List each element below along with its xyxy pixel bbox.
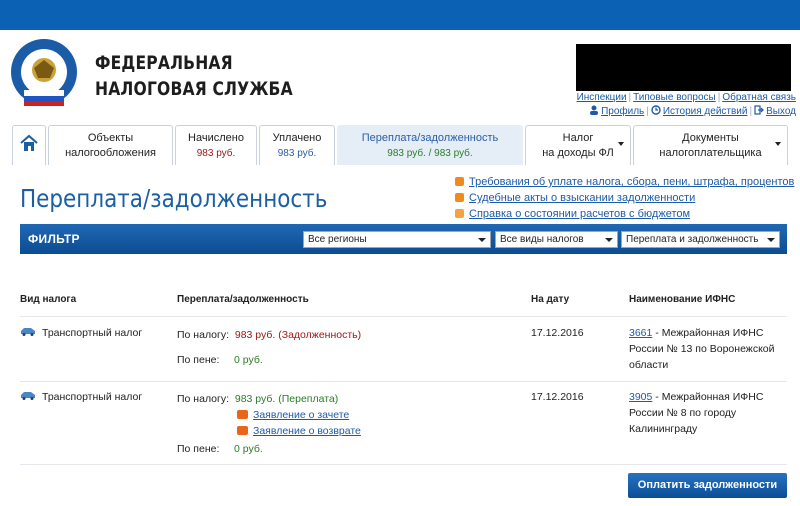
page-title: Переплата/задолженность xyxy=(20,184,328,213)
tax-type-select-value: Все виды налогов xyxy=(500,234,584,245)
filter-label: ФИЛЬТР xyxy=(28,232,80,246)
home-icon xyxy=(20,134,38,151)
row-1-balance: По налогу: 983 руб. (Задолженность) По п… xyxy=(177,327,361,368)
link-court-acts[interactable]: Судебные акты о взыскании задолженности xyxy=(469,192,695,204)
chevron-down-icon xyxy=(618,142,624,146)
mode-select[interactable]: Переплата и задолженность xyxy=(621,231,780,248)
mode-select-value: Переплата и задолженность xyxy=(626,234,759,245)
related-links: Требования об уплате налога, сбора, пени… xyxy=(455,174,794,222)
link-requirements[interactable]: Требования об уплате налога, сбора, пени… xyxy=(469,176,794,188)
chevron-down-icon xyxy=(478,238,486,242)
car-icon xyxy=(21,328,35,336)
tab-documents[interactable]: Документы налогоплательщика xyxy=(633,125,788,165)
tab-overpayment-debt[interactable]: Переплата/задолженность 983 руб. / 983 р… xyxy=(337,125,523,165)
tab-home[interactable] xyxy=(12,125,46,165)
ifns-code-link[interactable]: 3905 xyxy=(629,391,652,403)
link-settlement-certificate[interactable]: Справка о состоянии расчетов с бюджетом xyxy=(469,208,690,220)
penalty-label: По пене: xyxy=(177,443,220,455)
link-feedback[interactable]: Обратная связь xyxy=(722,92,796,103)
col-header-tax: Вид налога xyxy=(20,294,77,305)
col-header-date: На дату xyxy=(531,294,570,305)
tab-objects-sublabel: налогообложения xyxy=(65,147,156,159)
row-2-tax: Транспортный налог xyxy=(20,389,142,405)
top-bar xyxy=(0,0,800,30)
tab-paid[interactable]: Уплачено 983 руб. xyxy=(259,125,335,165)
ifns-name-3: Калининграду xyxy=(629,423,698,435)
tax-type-select[interactable]: Все виды налогов xyxy=(495,231,618,248)
redacted-user-block xyxy=(576,44,791,91)
ifns-name-2: России № 13 по Воронежской xyxy=(629,343,775,355)
tab-accrued-amount: 983 руб. xyxy=(196,148,236,159)
brand-title: ФЕДЕРАЛЬНАЯ НАЛОГОВАЯ СЛУЖБА xyxy=(95,50,293,102)
tab-ndfl-sublabel: на доходы ФЛ xyxy=(542,147,614,159)
divider xyxy=(20,316,787,317)
tab-accrued-label: Начислено xyxy=(188,132,244,144)
ifns-name-3: области xyxy=(629,359,669,371)
ifns-name-1: - Межрайонная ИФНС xyxy=(652,391,764,403)
filter-bar: ФИЛЬТР Все регионы Все виды налогов Пере… xyxy=(20,224,787,254)
tab-paid-amount: 983 руб. xyxy=(277,148,317,159)
col-header-ifns: Наименование ИФНС xyxy=(629,294,736,305)
tab-objects-label: Объекты xyxy=(87,132,134,144)
profile-icon xyxy=(590,105,599,115)
offset-application-link[interactable]: Заявление о зачете xyxy=(253,409,349,421)
tab-documents-label: Документы xyxy=(682,132,739,144)
region-select[interactable]: Все регионы xyxy=(303,231,491,248)
link-inspections[interactable]: Инспекции xyxy=(577,92,627,103)
row-1-tax-name: Транспортный налог xyxy=(42,327,143,339)
top-links: Инспекции | Типовые вопросы | Обратная связь… xyxy=(576,92,796,117)
brand-line-1: ФЕДЕРАЛЬНАЯ xyxy=(95,52,233,74)
row-1-date: 17.12.2016 xyxy=(531,327,584,339)
offset-icon xyxy=(237,410,248,419)
refund-application-link[interactable]: Заявление о возврате xyxy=(253,425,361,437)
court-icon xyxy=(455,193,464,202)
tab-paid-label: Уплачено xyxy=(272,132,322,144)
chevron-down-icon xyxy=(605,238,613,242)
row-2-tax-name: Транспортный налог xyxy=(42,391,143,403)
row-2-ifns: 3905 - Межрайонная ИФНС России № 8 по го… xyxy=(629,389,789,437)
link-exit[interactable]: Выход xyxy=(766,106,796,117)
history-icon xyxy=(651,105,661,115)
link-history[interactable]: История действий xyxy=(663,106,748,117)
region-select-value: Все регионы xyxy=(308,234,367,245)
tab-documents-sublabel: налогоплательщика xyxy=(659,147,762,159)
row-1-ifns: 3661 - Межрайонная ИФНС России № 13 по В… xyxy=(629,325,789,373)
main-tabs: Объекты налогообложения Начислено 983 ру… xyxy=(12,125,788,165)
chevron-down-icon xyxy=(767,238,775,242)
ruble-icon xyxy=(455,177,464,186)
tab-accrued[interactable]: Начислено 983 руб. xyxy=(175,125,257,165)
fns-logo xyxy=(11,39,77,106)
row-2-balance: По налогу: 983 руб. (Переплата) Заявлени… xyxy=(177,391,361,457)
by-tax-label: По налогу: xyxy=(177,393,230,405)
tab-ndfl[interactable]: Налог на доходы ФЛ xyxy=(525,125,631,165)
tab-overpayment-label: Переплата/задолженность xyxy=(361,132,499,144)
penalty-value: 0 руб. xyxy=(233,354,263,366)
divider xyxy=(20,381,787,382)
chevron-down-icon xyxy=(775,142,781,146)
ifns-name-2: России № 8 по городу xyxy=(629,407,737,419)
by-tax-value: 983 руб. (Переплата) xyxy=(234,393,339,405)
by-tax-label: По налогу: xyxy=(177,329,230,341)
row-1-tax: Транспортный налог xyxy=(20,325,142,341)
document-icon xyxy=(455,209,464,218)
link-faq[interactable]: Типовые вопросы xyxy=(633,92,716,103)
exit-icon xyxy=(754,105,764,115)
ifns-name-1: - Межрайонная ИФНС xyxy=(652,327,764,339)
by-tax-value: 983 руб. (Задолженность) xyxy=(234,329,362,341)
penalty-label: По пене: xyxy=(177,354,220,366)
car-icon xyxy=(21,392,35,400)
divider xyxy=(20,464,787,465)
ifns-code-link[interactable]: 3661 xyxy=(629,327,652,339)
penalty-value: 0 руб. xyxy=(233,443,263,455)
tab-ndfl-label: Налог xyxy=(562,132,594,144)
tab-overpayment-amount: 983 руб. / 983 руб. xyxy=(387,148,473,159)
tab-objects[interactable]: Объекты налогообложения xyxy=(48,125,173,165)
brand-line-2: НАЛОГОВАЯ СЛУЖБА xyxy=(95,78,293,100)
row-2-date: 17.12.2016 xyxy=(531,391,584,403)
pay-debts-button[interactable]: Оплатить задолженности xyxy=(628,473,787,498)
link-profile[interactable]: Профиль xyxy=(601,106,644,117)
col-header-balance: Переплата/задолженность xyxy=(177,294,309,305)
refund-icon xyxy=(237,426,248,435)
